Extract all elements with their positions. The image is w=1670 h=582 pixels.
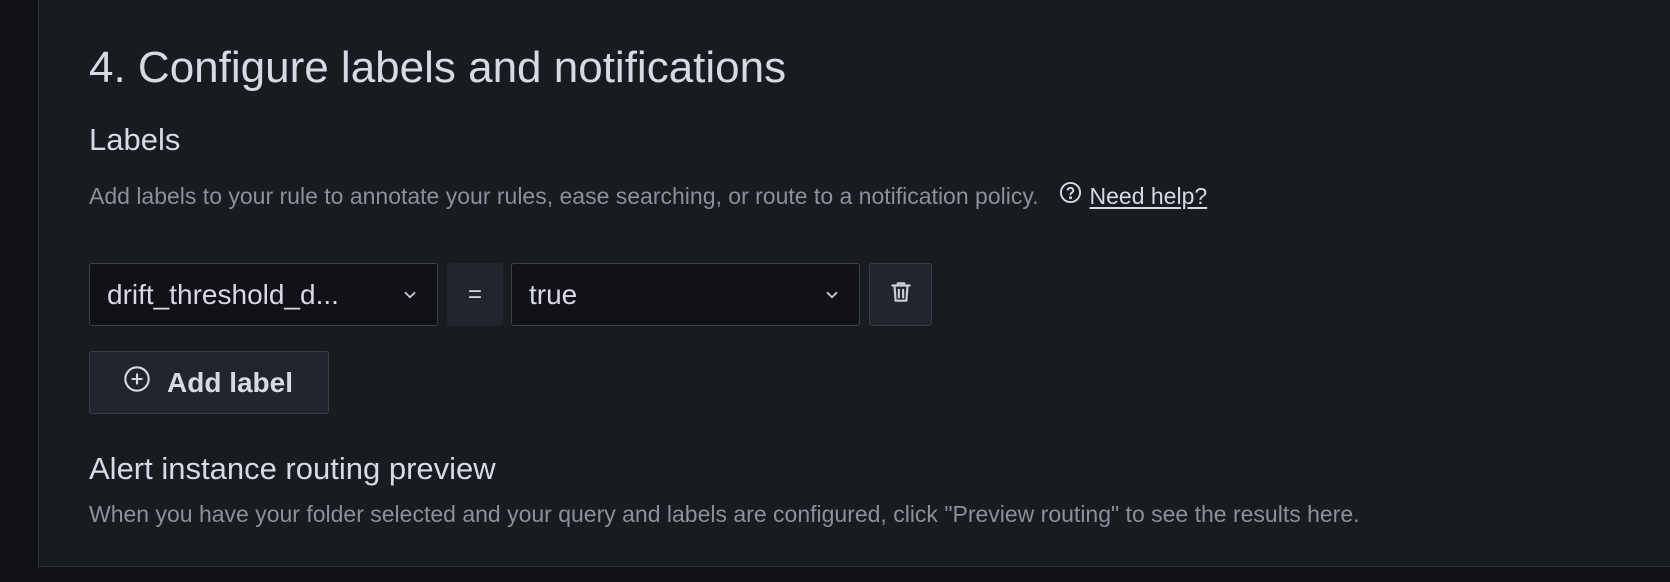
labels-description: Add labels to your rule to annotate your… [89,183,1039,209]
label-row: drift_threshold_d... = true [89,263,932,326]
routing-preview-heading: Alert instance routing preview [89,451,496,486]
add-label-text: Add label [167,366,294,398]
labels-heading: Labels [89,122,181,157]
section-title: 4. Configure labels and notifications [89,43,787,92]
label-value-select[interactable]: true [511,263,860,326]
question-circle-icon [1059,181,1090,211]
label-operator: = [447,263,503,326]
plus-circle-icon [123,365,167,400]
remove-label-button[interactable] [869,263,932,326]
chevron-down-icon [823,279,841,311]
need-help-toggle[interactable]: Need help? [1059,181,1208,211]
label-key-select[interactable]: drift_threshold_d... [89,263,438,326]
add-label-button[interactable]: Add label [89,351,329,414]
trash-icon [888,279,914,310]
chevron-down-icon [401,279,419,311]
routing-preview-description: When you have your folder selected and y… [89,501,1360,527]
need-help-link[interactable]: Need help? [1090,181,1208,211]
label-value-value: true [529,278,578,310]
configure-labels-panel: 4. Configure labels and notifications La… [38,0,1670,567]
label-key-value: drift_threshold_d... [107,278,339,310]
labels-description-row: Add labels to your rule to annotate your… [89,181,1207,211]
